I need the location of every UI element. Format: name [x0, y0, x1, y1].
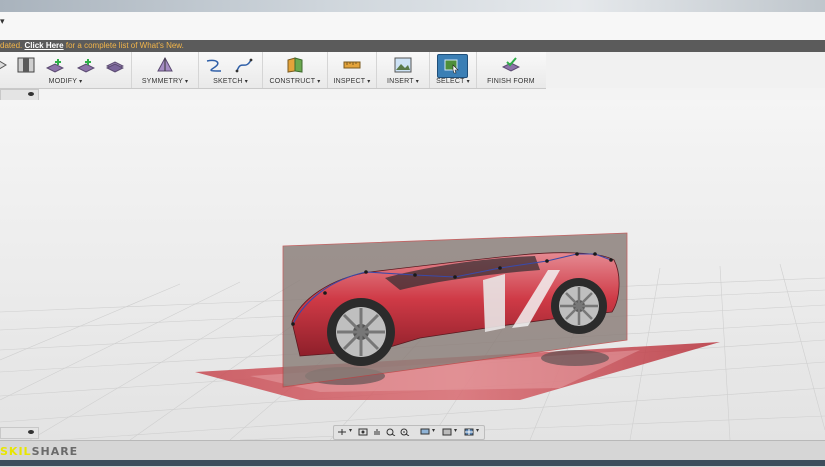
grid-icon[interactable] — [442, 428, 452, 436]
finish-form-group[interactable]: FINISH FORM — [477, 52, 545, 88]
click-here-link[interactable]: Click Here — [24, 41, 63, 50]
insert-group[interactable]: INSERT ▾ — [377, 52, 430, 88]
zoom-window-icon[interactable] — [386, 428, 396, 436]
title-bar: ▾ — [0, 12, 825, 41]
inspect-group[interactable]: INSPECT ▾ — [328, 52, 377, 88]
viewports-dropdown-caret[interactable]: ▾ — [476, 427, 479, 434]
inspect-measure-icon[interactable] — [343, 57, 361, 73]
construct-group[interactable]: CONSTRUCT ▾ — [263, 52, 328, 88]
finish-form-icon[interactable] — [502, 57, 520, 73]
canvas-viewport[interactable] — [0, 100, 825, 440]
notice-suffix: for a complete list of What's New. — [63, 41, 184, 50]
taskbar-strip — [0, 460, 825, 466]
construct-label: CONSTRUCT ▾ — [269, 78, 321, 85]
comments-eye-icon[interactable] — [28, 430, 34, 434]
symmetry-icon[interactable] — [156, 57, 174, 73]
viewports-icon[interactable] — [464, 428, 474, 436]
thicken-icon[interactable] — [106, 57, 124, 73]
whats-new-notice: dated. Click Here for a complete list of… — [0, 40, 825, 52]
viewport-scene[interactable] — [0, 100, 825, 440]
look-at-icon[interactable] — [358, 428, 368, 436]
sketch-spline-icon[interactable] — [235, 57, 253, 73]
zoom-icon[interactable] — [400, 428, 410, 436]
insert-label: INSERT ▾ — [387, 78, 419, 85]
insert-canvas-icon[interactable] — [394, 57, 412, 73]
grid-dropdown-caret[interactable]: ▾ — [454, 427, 457, 434]
window-chrome-strip — [0, 0, 825, 12]
symmetry-group[interactable]: SYMMETRY ▾ — [132, 52, 199, 88]
inspect-label: INSPECT ▾ — [333, 78, 371, 85]
comments-panel-row[interactable] — [0, 427, 39, 439]
notice-prefix: dated. — [0, 41, 23, 50]
toolbar-empty-area — [546, 52, 825, 88]
watermark-logo: SKILSHARE — [0, 445, 79, 458]
orbit-icon[interactable] — [337, 428, 347, 436]
finish-form-label: FINISH FORM — [487, 78, 535, 85]
modify-group[interactable]: MODIFY ▾ — [0, 52, 132, 88]
sketch-group[interactable]: SKETCH ▾ — [199, 52, 263, 88]
pan-icon[interactable] — [372, 428, 382, 436]
display-dropdown-caret[interactable]: ▾ — [432, 427, 435, 434]
rear-wheel — [551, 278, 607, 334]
select-icon[interactable] — [443, 58, 461, 74]
select-label: SELECT ▾ — [436, 78, 470, 85]
front-wheel — [327, 298, 395, 366]
orbit-dropdown-caret[interactable]: ▾ — [349, 427, 352, 434]
application-menu-caret[interactable]: ▾ — [0, 16, 5, 27]
construct-plane-icon[interactable] — [286, 57, 304, 73]
select-group[interactable]: SELECT ▾ — [430, 52, 477, 88]
display-icon[interactable] — [420, 428, 430, 436]
symmetry-label: SYMMETRY ▾ — [141, 78, 189, 85]
insert-face-icon[interactable] — [46, 57, 64, 73]
move-icon[interactable] — [0, 57, 12, 73]
sketch-line-icon[interactable] — [205, 57, 223, 73]
fill-hole-icon[interactable] — [77, 57, 95, 73]
form-toolbar: MODIFY ▾ SYMMETRY ▾ SKETCH ▾ CONSTRUCT ▾ INS… — [0, 52, 546, 89]
bridge-icon[interactable] — [17, 57, 35, 73]
modify-label: MODIFY ▾ — [48, 78, 83, 85]
visibility-eye-icon[interactable] — [28, 92, 34, 96]
navigation-bar: ▾ ▾ ▾ ▾ — [333, 425, 485, 440]
sketch-label: SKETCH ▾ — [213, 78, 248, 85]
